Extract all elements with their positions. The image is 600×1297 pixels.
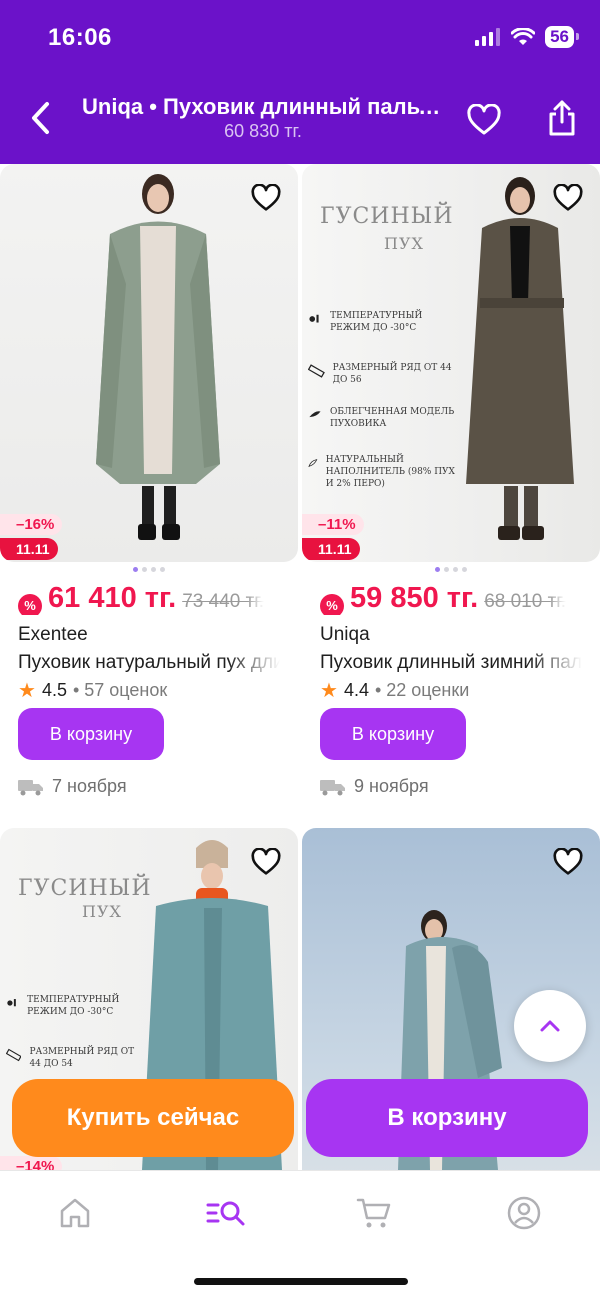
product-name[interactable]: Пуховик длинный зимний пальто <box>320 652 582 674</box>
old-price: 68 010 тг. <box>484 591 567 612</box>
discount-badge: –11% <box>302 514 364 535</box>
cart-icon <box>356 1198 391 1228</box>
price-row: % 61 410 тг. 73 440 тг. <box>18 582 300 615</box>
chevron-left-icon <box>32 102 49 134</box>
current-price: 61 410 тг. <box>48 582 177 614</box>
status-time: 16:06 <box>48 24 112 51</box>
discount-percent-icon: % <box>18 593 42 615</box>
promo-badge: 11.11 <box>0 538 58 560</box>
promo-badge: 11.11 <box>302 538 360 560</box>
card-favorite-button[interactable] <box>248 844 284 880</box>
delivery-info: 7 ноября <box>18 776 127 797</box>
tab-catalog[interactable] <box>196 1191 256 1235</box>
product-card[interactable]: –16% 11.11 % 61 410 тг. 73 440 тг. Exent… <box>0 164 298 804</box>
heart-icon <box>553 848 583 875</box>
signal-icon <box>475 28 501 46</box>
brand-name: Exentee <box>18 624 88 645</box>
product-name[interactable]: Пуховик натуральный пух длинный <box>18 652 280 674</box>
card-favorite-button[interactable] <box>550 180 586 216</box>
tab-profile[interactable] <box>494 1191 554 1235</box>
page-title: Uniqa • Пуховик длинный пальто зимний <box>82 94 444 119</box>
scroll-to-top-button[interactable] <box>514 990 586 1062</box>
discount-badge: –16% <box>0 514 63 535</box>
product-photo-coat-green <box>96 174 220 540</box>
delivery-date: 9 ноября <box>354 776 429 796</box>
card-favorite-button[interactable] <box>248 180 284 216</box>
rating: ★ 4.4 • 22 оценки <box>320 678 469 703</box>
rating: ★ 4.5 • 57 оценок <box>18 678 167 703</box>
truck-icon <box>320 779 345 795</box>
heart-icon <box>553 184 583 211</box>
share-icon <box>549 100 575 136</box>
price-row: % 59 850 тг. 68 010 тг. <box>320 582 600 615</box>
catalog-search-icon <box>206 1201 245 1226</box>
heart-icon <box>251 848 281 875</box>
product-image[interactable]: ГУСИНЫЙ ПУХ ТЕМПЕРАТУРНЫЙ РЕЖИМ ДО -30°С… <box>302 164 600 562</box>
add-to-cart-button[interactable]: В корзину <box>18 708 164 760</box>
rating-value: 4.4 <box>343 680 369 700</box>
delivery-info: 9 ноября <box>320 776 429 797</box>
tab-home[interactable] <box>45 1191 105 1235</box>
add-to-cart-main-button[interactable]: В корзину <box>306 1079 588 1157</box>
product-photo-coat-brown <box>466 177 574 540</box>
reviews-count: • 22 оценки <box>374 680 470 700</box>
home-icon <box>60 1198 90 1228</box>
product-image[interactable]: –16% 11.11 <box>0 164 298 562</box>
heart-icon <box>467 104 501 135</box>
image-pagination-dots <box>302 567 600 572</box>
heart-icon <box>251 184 281 211</box>
brand-name: Uniqa <box>320 624 370 645</box>
star-icon: ★ <box>320 680 338 702</box>
top-bar: 16:06 56 Uniqa • Пуховик длинный пальто … <box>0 0 600 164</box>
product-card[interactable]: ГУСИНЫЙ ПУХ ТЕМПЕРАТУРНЫЙ РЕЖИМ ДО -30°С… <box>302 164 600 804</box>
status-icons: 56 <box>475 26 579 48</box>
page-subtitle-price: 60 830 тг. <box>224 121 302 141</box>
rating-value: 4.5 <box>41 680 67 700</box>
add-to-cart-button[interactable]: В корзину <box>320 708 466 760</box>
star-icon: ★ <box>18 680 36 702</box>
tab-cart[interactable] <box>344 1191 404 1235</box>
home-indicator <box>194 1278 408 1285</box>
delivery-date: 7 ноября <box>52 776 127 796</box>
old-price: 73 440 тг. <box>182 591 265 612</box>
favorite-button[interactable] <box>462 98 506 142</box>
wifi-icon <box>511 28 536 45</box>
share-button[interactable] <box>540 96 584 140</box>
discount-percent-icon: % <box>320 593 344 615</box>
battery-indicator: 56 <box>545 26 579 48</box>
image-pagination-dots <box>0 567 298 572</box>
profile-icon <box>507 1196 541 1230</box>
buy-now-button[interactable]: Купить сейчас <box>12 1079 294 1157</box>
reviews-count: • 57 оценок <box>72 680 168 700</box>
current-price: 59 850 тг. <box>350 582 479 614</box>
discount-badge: –14% <box>0 1156 63 1170</box>
card-favorite-button[interactable] <box>550 844 586 880</box>
back-button[interactable] <box>22 96 58 140</box>
truck-icon <box>18 779 43 795</box>
chevron-up-icon <box>540 1020 560 1032</box>
